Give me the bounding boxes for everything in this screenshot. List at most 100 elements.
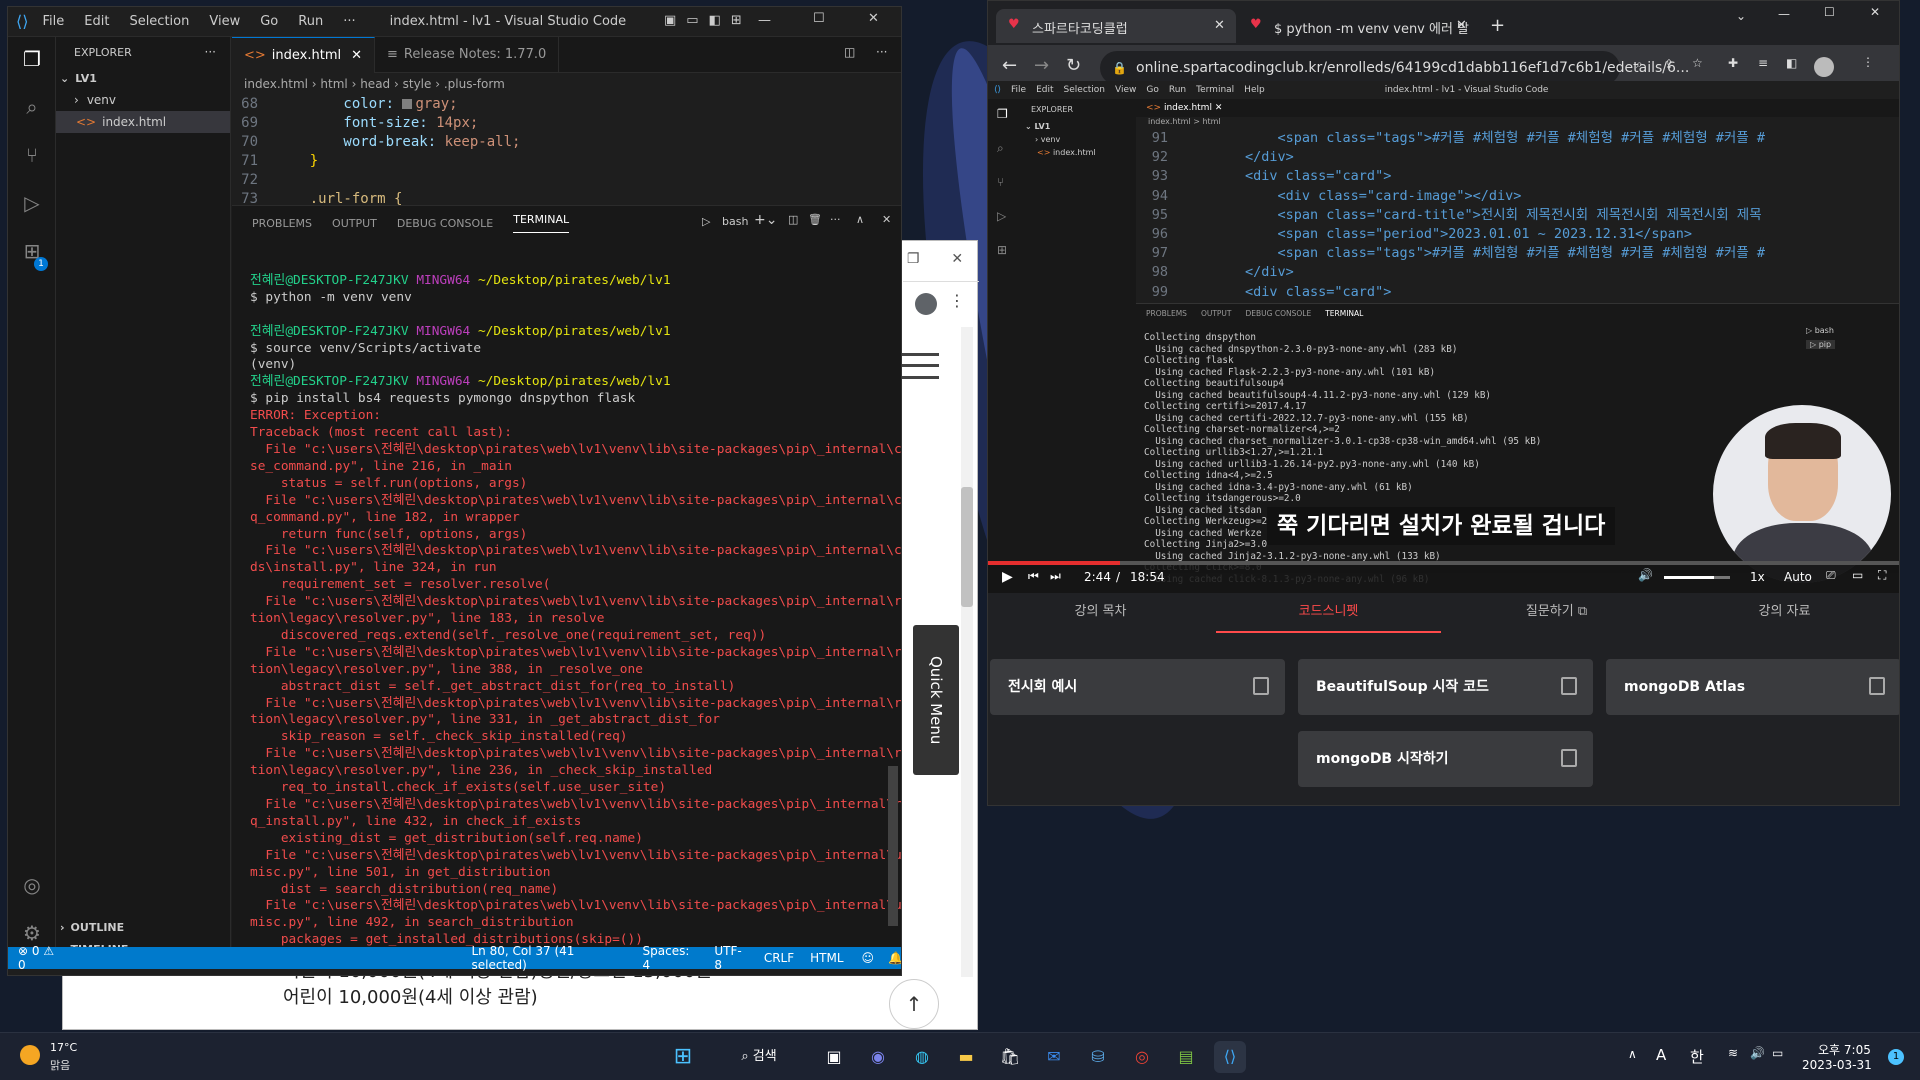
copy-icon[interactable] bbox=[1253, 677, 1269, 695]
browser-tab-python-venv[interactable]: ♥ $ python -m venv venv 에러 발 ✕ bbox=[1238, 9, 1478, 43]
more-icon[interactable]: ⋮ bbox=[949, 291, 965, 310]
volume-icon[interactable]: 🔊 bbox=[1750, 1046, 1765, 1060]
encoding[interactable]: UTF-8 bbox=[714, 944, 747, 972]
trash-icon[interactable]: 🗑 bbox=[808, 213, 822, 226]
cursor-position[interactable]: Ln 80, Col 37 (41 selected) bbox=[471, 944, 626, 972]
copy-icon[interactable] bbox=[1561, 677, 1577, 695]
mysql-workbench-icon[interactable]: ⛁ bbox=[1082, 1041, 1114, 1073]
chrome-icon[interactable]: ◎ bbox=[1126, 1041, 1158, 1073]
tab-debug-console[interactable]: DEBUG CONSOLE bbox=[397, 217, 493, 230]
weather-icon[interactable] bbox=[20, 1045, 40, 1065]
copy-icon[interactable] bbox=[1561, 749, 1577, 767]
weather-desc[interactable]: 맑음 bbox=[50, 1057, 70, 1073]
outline-section[interactable]: › OUTLINE bbox=[60, 921, 124, 934]
menu-go[interactable]: Go bbox=[260, 14, 278, 29]
restore-icon[interactable]: ❐ bbox=[907, 251, 920, 267]
close-button[interactable]: ✕ bbox=[1870, 5, 1880, 19]
maximize-button[interactable]: ☐ bbox=[813, 11, 825, 26]
theater-mode-icon[interactable]: ▭ bbox=[1852, 568, 1863, 582]
snippet-card[interactable]: mongoDB 시작하기 bbox=[1298, 731, 1593, 787]
edge-icon[interactable]: ◍ bbox=[906, 1041, 938, 1073]
captions-icon[interactable]: ⎚ bbox=[1826, 568, 1836, 583]
source-control-icon[interactable]: ⑂ bbox=[20, 143, 44, 167]
terminal-scrollbar[interactable] bbox=[888, 246, 898, 936]
browser-tab-spartacoding[interactable]: ♥ 스파르타코딩클럽 ✕ bbox=[996, 9, 1236, 43]
menu-more[interactable]: ··· bbox=[343, 14, 355, 29]
scroll-top-button[interactable]: ↑ bbox=[889, 979, 939, 1029]
tree-item-index-html[interactable]: <> index.html bbox=[56, 111, 230, 133]
close-panel-icon[interactable]: ✕ bbox=[882, 213, 891, 226]
settings-gear-icon[interactable]: ⚙ bbox=[20, 921, 44, 945]
feedback-icon[interactable]: ☺ bbox=[862, 951, 875, 965]
tab-terminal[interactable]: TERMINAL bbox=[513, 213, 570, 233]
volume-icon[interactable]: 🔊 bbox=[1638, 568, 1653, 582]
menu-run[interactable]: Run bbox=[298, 14, 323, 29]
problems-indicator[interactable]: ⊗ 0 ⚠ 0 bbox=[18, 944, 63, 972]
chat-icon[interactable]: ◉ bbox=[862, 1041, 894, 1073]
profile-avatar[interactable] bbox=[1814, 57, 1834, 77]
weather-temp[interactable]: 17°C bbox=[50, 1041, 77, 1054]
close-button[interactable]: ✕ bbox=[868, 11, 879, 26]
ime-mode-a[interactable]: A bbox=[1656, 1046, 1666, 1064]
ime-mode-han[interactable]: 한 bbox=[1690, 1046, 1704, 1067]
snippet-card[interactable]: mongoDB Atlas bbox=[1606, 659, 1899, 715]
browser-menu-icon[interactable]: ⋮ bbox=[1862, 55, 1874, 69]
split-editor-icon[interactable]: ◫ bbox=[844, 45, 855, 59]
forward-icon[interactable]: → bbox=[1034, 55, 1049, 76]
quality-setting[interactable]: Auto bbox=[1784, 570, 1812, 584]
fullscreen-icon[interactable]: ⛶ bbox=[1878, 568, 1886, 583]
tab-output[interactable]: OUTPUT bbox=[332, 217, 377, 230]
tree-item-venv[interactable]: › venv bbox=[56, 89, 230, 111]
vscode-taskbar-icon[interactable]: ⟨⟩ bbox=[1214, 1041, 1246, 1073]
layout-toggle-icons[interactable]: ▣▭◧⊞ bbox=[664, 13, 752, 28]
new-terminal-icon[interactable]: +⌄ bbox=[754, 212, 777, 228]
play-icon[interactable]: ▶ bbox=[1002, 569, 1013, 585]
start-button[interactable]: ⊞ bbox=[667, 1041, 699, 1073]
wifi-icon[interactable]: ≋ bbox=[1728, 1046, 1738, 1060]
battery-icon[interactable]: ▭ bbox=[1772, 1046, 1783, 1060]
tab-course-materials[interactable]: 강의 자료 bbox=[1672, 597, 1897, 633]
line-ending[interactable]: CRLF bbox=[764, 951, 794, 965]
terminal-shell-label[interactable]: bash bbox=[722, 215, 748, 228]
menu-selection[interactable]: Selection bbox=[129, 14, 189, 29]
maximize-button[interactable]: ☐ bbox=[1824, 5, 1835, 19]
tab-release-notes[interactable]: ≡ Release Notes: 1.77.0 bbox=[375, 36, 560, 73]
tab-search-icon[interactable]: ⌄ bbox=[1736, 9, 1746, 23]
reading-list-icon[interactable]: ≡ bbox=[1758, 56, 1768, 70]
indentation[interactable]: Spaces: 4 bbox=[643, 944, 699, 972]
git-gui-icon[interactable]: ▤ bbox=[1170, 1041, 1202, 1073]
menu-file[interactable]: File bbox=[42, 14, 64, 29]
skip-back-icon[interactable]: ⏮ bbox=[1028, 569, 1039, 584]
clock-date[interactable]: 2023-03-31 bbox=[1802, 1058, 1872, 1072]
store-icon[interactable]: 🛍 bbox=[994, 1041, 1026, 1073]
terminal-shell-icon[interactable]: ▷ bbox=[702, 215, 710, 228]
minimize-button[interactable]: — bbox=[758, 13, 771, 28]
menu-view[interactable]: View bbox=[209, 14, 240, 29]
code-lines[interactable]: 68 color: gray; 69 font-size: 14px; 70 w… bbox=[232, 95, 901, 209]
split-terminal-icon[interactable]: ◫ bbox=[788, 213, 798, 226]
copy-icon[interactable] bbox=[1869, 677, 1885, 695]
mail-icon[interactable]: ✉ bbox=[1038, 1041, 1070, 1073]
tab-course-contents[interactable]: 강의 목차 bbox=[988, 597, 1213, 633]
snippet-card[interactable]: 전시회 예시 bbox=[990, 659, 1285, 715]
hamburger-icon[interactable] bbox=[899, 353, 939, 379]
video-progress-bar[interactable] bbox=[988, 561, 1899, 565]
explorer-more-icon[interactable]: ··· bbox=[205, 45, 216, 59]
tray-chevron-icon[interactable]: ∧ bbox=[1628, 1047, 1637, 1061]
extensions-puzzle-icon[interactable]: ✚ bbox=[1728, 56, 1738, 70]
avatar[interactable] bbox=[915, 293, 937, 315]
address-bar[interactable]: 🔒 online.spartacodingclub.kr/enrolleds/6… bbox=[1100, 51, 1689, 85]
language-mode[interactable]: HTML bbox=[810, 951, 843, 965]
minimize-button[interactable]: — bbox=[1778, 7, 1790, 21]
lecture-video[interactable]: ⟨⟩ File Edit Selection View Go Run Terminal Hel… bbox=[988, 81, 1899, 593]
tab-close-icon[interactable]: ✕ bbox=[1456, 18, 1467, 33]
editor-more-icon[interactable]: ··· bbox=[876, 45, 887, 59]
playback-speed[interactable]: 1x bbox=[1750, 570, 1765, 584]
task-view-icon[interactable]: ▣ bbox=[818, 1041, 850, 1073]
back-icon[interactable]: ← bbox=[1002, 55, 1017, 76]
maximize-panel-icon[interactable]: ∧ bbox=[856, 213, 864, 226]
tab-close-icon[interactable]: ✕ bbox=[1214, 18, 1225, 33]
file-explorer-icon[interactable]: ▬ bbox=[950, 1041, 982, 1073]
side-panel-icon[interactable]: ◧ bbox=[1786, 56, 1797, 70]
account-icon[interactable]: ◎ bbox=[20, 873, 44, 897]
